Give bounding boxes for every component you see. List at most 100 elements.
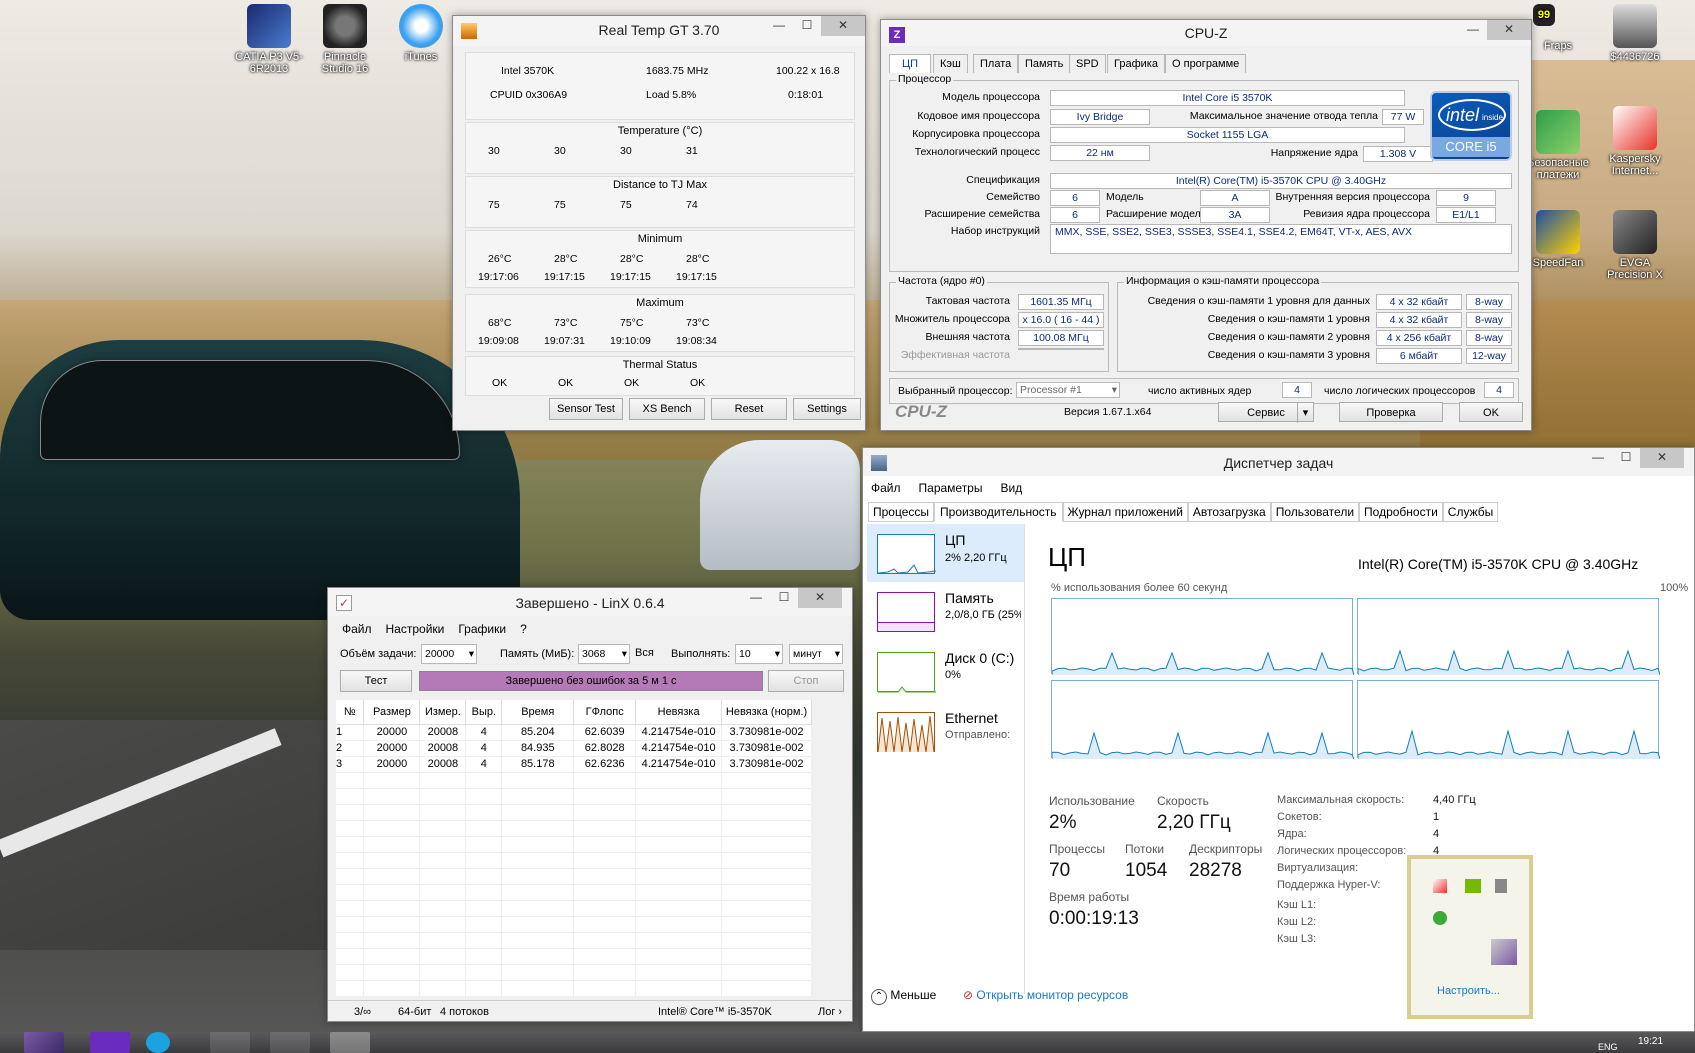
tab-details[interactable]: Подробности (1359, 502, 1443, 522)
desktop-icon-itunes[interactable]: iTunes (386, 4, 456, 63)
tab-app-history[interactable]: Журнал приложений (1062, 502, 1188, 522)
table-row[interactable]: 1 20000 20008 4 85.204 62.6039 4.214754e-010 3.… (336, 724, 812, 741)
tab-spd[interactable]: SPD (1069, 54, 1106, 73)
resource-monitor-icon: ⊘ (963, 988, 974, 1002)
problem-size-select[interactable]: 20000 ▾ (421, 644, 477, 664)
sensor-test-button[interactable]: Sensor Test (549, 398, 623, 420)
run-count-select[interactable]: 10 ▾ (735, 644, 783, 664)
nvidia-tray-icon[interactable] (1465, 879, 1481, 893)
taskbar-app[interactable] (210, 1032, 250, 1053)
cpu-graph-core2 (1051, 680, 1354, 759)
kaspersky-tray-icon[interactable] (1433, 879, 1447, 893)
taskbar-app3[interactable] (330, 1032, 370, 1053)
taskbar-skype[interactable] (146, 1032, 170, 1053)
minimize-button[interactable]: — (1584, 448, 1612, 468)
close-button[interactable]: ✕ (1640, 448, 1684, 468)
menu-file[interactable]: Файл (342, 622, 372, 636)
menu-options[interactable]: Параметры (919, 481, 983, 495)
desktop-icon-fraps[interactable]: 99 Fraps (1523, 4, 1593, 52)
realtemp-title: Real Temp GT 3.70 (598, 22, 720, 38)
close-button[interactable]: ✕ (1487, 20, 1531, 40)
taskbar-app2[interactable] (270, 1032, 310, 1053)
desktop-icon-file[interactable]: $4436726 (1600, 4, 1670, 63)
validate-button[interactable]: Проверка (1339, 402, 1443, 422)
minimize-button[interactable]: — (1459, 20, 1487, 40)
linx-titlebar[interactable]: ✓ Завершено - LinX 0.6.4 — ☐ ✕ (328, 588, 852, 616)
desktop-icon-kaspersky[interactable]: Kaspersky Internet... (1600, 106, 1670, 177)
tab-processes[interactable]: Процессы (868, 502, 935, 522)
tab-cache[interactable]: Кэш (933, 54, 968, 73)
test-button[interactable]: Тест (340, 670, 412, 692)
table-row[interactable]: 3 20000 20008 4 85.178 62.6236 4.214754e-010 3.… (336, 756, 812, 773)
sidebar-item-cpu[interactable]: ЦП 2% 2,20 ГГц (867, 524, 1024, 582)
desktop-icon-evga[interactable]: EVGA Precision X (1600, 210, 1670, 281)
close-button[interactable]: ✕ (798, 588, 842, 608)
selection-bar: Выбранный процессор: Processor #1 ▾ число… (889, 378, 1519, 404)
cpuz-titlebar[interactable]: Z CPU-Z — ✕ (881, 20, 1531, 46)
perf-heading: ЦП (1048, 542, 1086, 572)
settings-button[interactable]: Settings (793, 398, 861, 420)
tab-graphics[interactable]: Графика (1107, 54, 1165, 73)
xs-bench-button[interactable]: XS Bench (629, 398, 705, 420)
menu-file[interactable]: Файл (871, 481, 901, 495)
tab-about[interactable]: О программе (1165, 54, 1247, 73)
language-indicator[interactable]: ENG (1598, 1042, 1618, 1052)
table-row-empty (336, 900, 812, 917)
sidebar-item-ethernet[interactable]: Ethernet Отправлено: (867, 704, 1024, 762)
reset-button[interactable]: Reset (711, 398, 787, 420)
minimize-button[interactable]: — (765, 16, 793, 36)
tray-icon-linx[interactable] (1491, 939, 1517, 965)
realtemp-app-icon (461, 23, 477, 39)
stop-button[interactable]: Стоп (768, 670, 844, 692)
taskbar-linx[interactable] (24, 1032, 64, 1053)
table-row[interactable]: 2 20000 20008 4 84.935 62.8028 4.214754e-010 3.… (336, 740, 812, 757)
cpu-graph-core3 (1357, 680, 1660, 759)
tab-cpu[interactable]: ЦП (889, 54, 932, 73)
desktop-icon-safepay[interactable]: Безопасные платежи (1523, 110, 1593, 181)
open-resource-monitor-link[interactable]: ⊘ Открыть монитор ресурсов (963, 988, 1128, 1002)
linx-menubar: Файл Настройки Графики ? (342, 622, 527, 636)
sidebar-item-memory[interactable]: Память 2,0/8,0 ГБ (25%) (867, 584, 1024, 642)
service-button[interactable]: Сервис ▾ (1218, 402, 1314, 423)
clock[interactable]: 19:21 (1638, 1036, 1663, 1047)
maximize-button[interactable]: ☐ (770, 588, 798, 608)
tab-startup[interactable]: Автозагрузка (1187, 502, 1271, 522)
menu-view[interactable]: Вид (1000, 481, 1022, 495)
tab-users[interactable]: Пользователи (1270, 502, 1360, 522)
desktop-icon-pinnacle[interactable]: Pinnacle Studio 16 (310, 4, 380, 75)
maximize-button[interactable]: ☐ (1612, 448, 1640, 468)
taskbar-cpuz[interactable] (90, 1032, 130, 1053)
clocks-group: Частота (ядро #0) Тактовая частота 1601.… (889, 275, 1109, 372)
sidebar-item-disk[interactable]: Диск 0 (C:) 0% (867, 644, 1024, 702)
desktop-icon-catia[interactable]: CATIA P3 V5-6R2013 (234, 4, 304, 75)
tab-mainboard[interactable]: Плата (973, 54, 1019, 73)
perf-sidebar: ЦП 2% 2,20 ГГц Память 2,0/8,0 ГБ (25%) Д… (867, 524, 1025, 994)
tray-icon[interactable] (1495, 879, 1507, 893)
fewer-details-button[interactable]: ⌃ Меньше (871, 988, 936, 1005)
minimize-button[interactable]: — (742, 588, 770, 608)
menu-graphs[interactable]: Графики (458, 622, 506, 636)
memory-select[interactable]: 3068 ▾ (578, 644, 630, 664)
close-button[interactable]: ✕ (821, 16, 865, 36)
cpu-graph-core1 (1357, 598, 1660, 675)
tab-memory[interactable]: Память (1018, 54, 1071, 73)
log-button[interactable]: Лог › (818, 1006, 842, 1018)
processor-select[interactable]: Processor #1 ▾ (1016, 382, 1120, 398)
linx-window: ✓ Завершено - LinX 0.6.4 — ☐ ✕ Файл Настро… (327, 587, 853, 1022)
customize-link[interactable]: Настроить... (1437, 985, 1500, 997)
maximize-button[interactable]: ☐ (793, 16, 821, 36)
tray-icon-green[interactable] (1433, 911, 1447, 925)
realtemp-titlebar[interactable]: Real Temp GT 3.70 — ☐ ✕ (453, 16, 865, 46)
all-memory-toggle[interactable]: Вся (635, 647, 654, 659)
desktop-icon-speedfan[interactable]: SpeedFan (1523, 210, 1593, 269)
run-unit-select[interactable]: минут ▾ (789, 644, 843, 664)
tab-performance[interactable]: Производительность (934, 502, 1063, 522)
thermal-status-group: Thermal Status OK OK OK OK (465, 356, 855, 396)
tab-services[interactable]: Службы (1442, 502, 1499, 522)
table-row-empty (336, 852, 812, 869)
threads-value: 1054 (1125, 860, 1168, 881)
menu-help[interactable]: ? (520, 622, 527, 636)
ok-button[interactable]: OK (1459, 402, 1523, 422)
taskmgr-titlebar[interactable]: Диспетчер задач — ☐ ✕ (863, 448, 1694, 476)
menu-settings[interactable]: Настройки (386, 622, 445, 636)
